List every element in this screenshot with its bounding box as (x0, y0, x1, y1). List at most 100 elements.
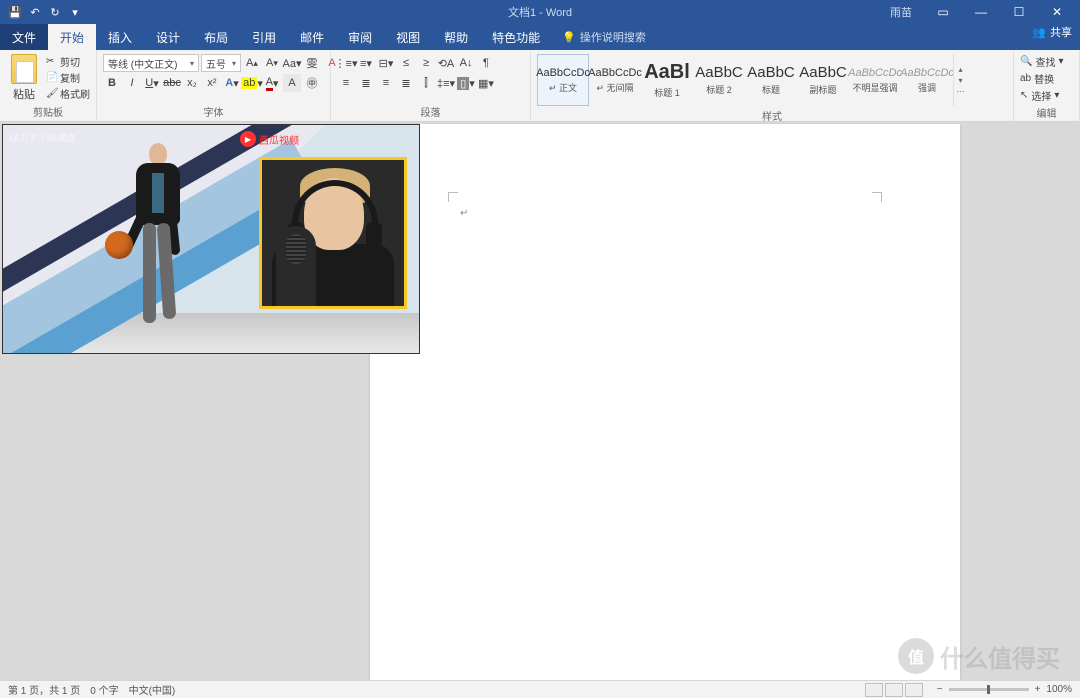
font-size-select[interactable]: 五号▾ (201, 54, 241, 72)
justify-button[interactable]: ≣ (397, 74, 415, 92)
tab-view[interactable]: 视图 (384, 24, 432, 50)
ribbon-tabs: 文件 开始 插入 设计 布局 引用 邮件 审阅 视图 帮助 特色功能 💡操作说明… (0, 24, 1080, 50)
video-main: LE九岁不BL喝血 ▶西瓜视频 (3, 125, 419, 353)
save-icon[interactable]: 💾 (8, 5, 22, 19)
style-强调[interactable]: AaBbCcDc强调 (901, 54, 953, 106)
strikethrough-button[interactable]: abc (163, 74, 181, 92)
web-layout-button[interactable] (905, 683, 923, 697)
view-buttons (865, 683, 923, 697)
page[interactable]: ↵ (370, 124, 960, 680)
zoom-out-button[interactable]: − (937, 684, 943, 695)
superscript-button[interactable]: x² (203, 74, 221, 92)
style-标题 2[interactable]: AaBbC标题 2 (693, 54, 745, 106)
read-mode-button[interactable] (865, 683, 883, 697)
page-count[interactable]: 第 1 页，共 1 页 (8, 682, 80, 697)
group-label: 字体 (103, 102, 324, 121)
copy-button[interactable]: 复制 (46, 70, 90, 85)
share-button[interactable]: 👥共享 (1032, 24, 1072, 40)
style-无间隔[interactable]: AaBbCcDc↵ 无间隔 (589, 54, 641, 106)
highlight-button[interactable]: ab▾ (243, 74, 261, 92)
shading-button[interactable]: ▯▾ (457, 74, 475, 92)
group-label: 段落 (337, 102, 524, 121)
grow-font-button[interactable]: A▴ (243, 54, 261, 72)
paste-button[interactable]: 粘贴 (6, 54, 42, 102)
align-center-button[interactable]: ≣ (357, 74, 375, 92)
paste-icon (11, 54, 37, 84)
zoom-slider[interactable] (949, 688, 1029, 691)
phonetic-button[interactable]: 雯 (303, 54, 321, 72)
subscript-button[interactable]: x₂ (183, 74, 201, 92)
find-button[interactable]: 🔍查找▾ (1020, 54, 1063, 69)
style-不明显强调[interactable]: AaBbCcDc不明显强调 (849, 54, 901, 106)
format-painter-button[interactable]: 格式刷 (46, 86, 90, 101)
bullets-button[interactable]: ⋮≡▾ (337, 54, 355, 72)
tell-me[interactable]: 💡操作说明搜索 (552, 24, 656, 50)
word-count[interactable]: 0 个字 (90, 682, 118, 697)
select-button[interactable]: ↖选择▾ (1020, 88, 1059, 103)
tab-help[interactable]: 帮助 (432, 24, 480, 50)
char-shading-button[interactable]: A (283, 74, 301, 92)
tab-design[interactable]: 设计 (144, 24, 192, 50)
decrease-indent-button[interactable]: ≤ (397, 54, 415, 72)
italic-button[interactable]: I (123, 74, 141, 92)
multilevel-button[interactable]: ⊟▾ (377, 54, 395, 72)
chevron-down-icon: ▾ (232, 59, 236, 68)
text-direction-button[interactable]: ⟲A (437, 54, 455, 72)
align-right-button[interactable]: ≡ (377, 74, 395, 92)
line-spacing-button[interactable]: ‡≡▾ (437, 74, 455, 92)
numbering-button[interactable]: ≡▾ (357, 54, 375, 72)
zoom-level[interactable]: 100% (1046, 684, 1072, 695)
underline-button[interactable]: U▾ (143, 74, 161, 92)
tab-layout[interactable]: 布局 (192, 24, 240, 50)
brush-icon (46, 88, 58, 100)
language[interactable]: 中文(中国) (129, 682, 176, 697)
share-icon: 👥 (1032, 26, 1046, 39)
enclose-button[interactable]: ㊥ (303, 74, 321, 92)
tab-review[interactable]: 审阅 (336, 24, 384, 50)
tab-home[interactable]: 开始 (48, 24, 96, 50)
tab-file[interactable]: 文件 (0, 24, 48, 50)
styles-more-button[interactable]: ▴▾⋯ (953, 54, 967, 106)
tab-references[interactable]: 引用 (240, 24, 288, 50)
video-overlay[interactable]: LE九岁不BL喝血 ▶西瓜视频 (2, 124, 420, 354)
distribute-button[interactable]: ⫿ (417, 74, 435, 92)
maximize-button[interactable]: ☐ (1002, 0, 1036, 24)
align-left-button[interactable]: ≡ (337, 74, 355, 92)
style-正文[interactable]: AaBbCcDc↵ 正文 (537, 54, 589, 106)
tab-insert[interactable]: 插入 (96, 24, 144, 50)
style-标题[interactable]: AaBbC标题 (745, 54, 797, 106)
ribbon-options-icon[interactable]: ▭ (926, 0, 960, 24)
style-name: 副标题 (809, 83, 836, 96)
tab-mail[interactable]: 邮件 (288, 24, 336, 50)
bold-button[interactable]: B (103, 74, 121, 92)
font-family-select[interactable]: 等线 (中文正文)▾ (103, 54, 199, 72)
print-layout-button[interactable] (885, 683, 903, 697)
sort-button[interactable]: A↓ (457, 54, 475, 72)
style-preview: AaBl (644, 61, 690, 84)
replace-icon: ab (1020, 73, 1031, 84)
show-marks-button[interactable]: ¶ (477, 54, 495, 72)
undo-icon[interactable]: ↶ (28, 5, 42, 19)
font-color-button[interactable]: A▾ (263, 74, 281, 92)
style-name: 标题 1 (654, 86, 680, 99)
close-button[interactable]: ✕ (1040, 0, 1074, 24)
style-name: 强调 (918, 81, 936, 94)
minimize-button[interactable]: — (964, 0, 998, 24)
change-case-button[interactable]: Aa▾ (283, 54, 301, 72)
replace-button[interactable]: ab替换 (1020, 71, 1054, 86)
borders-button[interactable]: ▦▾ (477, 74, 495, 92)
increase-indent-button[interactable]: ≥ (417, 54, 435, 72)
user-name[interactable]: 雨苗 (890, 4, 912, 20)
redo-icon[interactable]: ↻ (48, 5, 62, 19)
qat-more-icon[interactable]: ▾ (68, 5, 82, 19)
zoom-in-button[interactable]: + (1035, 684, 1041, 695)
group-label: 剪贴板 (6, 102, 90, 121)
tab-special[interactable]: 特色功能 (480, 24, 552, 50)
group-paragraph: ⋮≡▾ ≡▾ ⊟▾ ≤ ≥ ⟲A A↓ ¶ ≡ ≣ ≡ ≣ ⫿ ‡≡▾ ▯▾ ▦… (331, 50, 531, 121)
shrink-font-button[interactable]: A▾ (263, 54, 281, 72)
cut-button[interactable]: 剪切 (46, 54, 90, 69)
text-effects-button[interactable]: A▾ (223, 74, 241, 92)
style-副标题[interactable]: AaBbC副标题 (797, 54, 849, 106)
style-标题 1[interactable]: AaBl 标题 1 (641, 54, 693, 106)
document-area[interactable]: ↵ LE九岁不BL喝血 ▶西瓜视频 (0, 122, 1080, 680)
